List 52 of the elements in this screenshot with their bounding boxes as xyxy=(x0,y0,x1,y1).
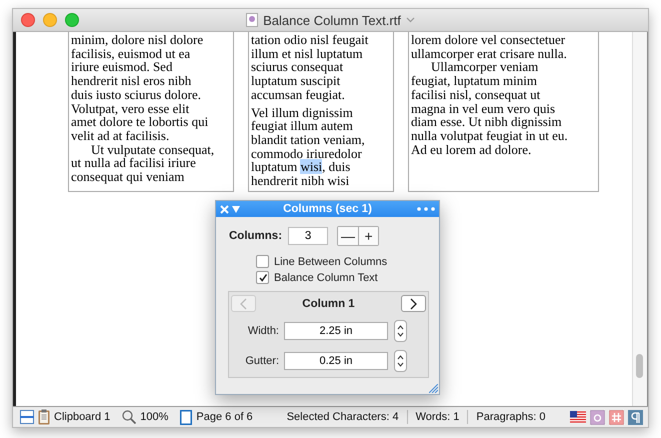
paragraph: Vel illum dignissim feugiat illum autem blandit tation veniam, commodo iriuredolor luptatum wisi, duis hendrerit nibh wisi xyxy=(251,106,366,188)
close-icon[interactable] xyxy=(220,204,229,214)
triangle-down-icon[interactable] xyxy=(232,206,240,212)
more-icon[interactable] xyxy=(417,207,435,211)
close-button[interactable] xyxy=(21,13,35,27)
field-label: Width: xyxy=(246,325,279,337)
column-title: Column 1 xyxy=(301,298,356,310)
zoom-button[interactable] xyxy=(65,13,79,27)
next-column-button[interactable] xyxy=(401,295,426,312)
selected-characters: Selected Characters: 4 xyxy=(286,411,399,423)
zoom-level[interactable]: 100% xyxy=(140,411,168,423)
decrement-button[interactable]: — xyxy=(338,227,358,245)
checkbox-label[interactable]: Balance Column Text xyxy=(274,272,378,284)
checkbox[interactable] xyxy=(256,255,269,268)
chevron-down-icon[interactable] xyxy=(406,17,415,23)
flag-icon[interactable] xyxy=(570,411,586,423)
up-down-arrows-icon xyxy=(397,323,404,339)
stepper-control[interactable] xyxy=(394,320,407,342)
clipboard-icon[interactable] xyxy=(38,409,50,425)
paragraph-count: Paragraphs: 0 xyxy=(476,411,546,423)
scroll-bar[interactable] xyxy=(632,32,647,406)
page-icon[interactable] xyxy=(180,410,192,424)
paragraph: lorem dolore vel consectetuer ullamcorper erat crisare nulla. xyxy=(411,33,568,60)
page-count[interactable]: Page 6 of 6 xyxy=(196,411,253,423)
checkbox-label[interactable]: Line Between Columns xyxy=(274,256,388,268)
word-count: Words: 1 xyxy=(416,411,460,423)
up-down-arrows-icon xyxy=(397,353,404,369)
increment-button[interactable]: + xyxy=(358,227,378,245)
paragraph-mark-icon[interactable] xyxy=(628,410,643,424)
paragraph: Ut vulputate consequat, ut nulla ad facilisi iriure consequat qui veniam xyxy=(71,142,216,184)
input-field[interactable]: 2.25 in xyxy=(284,322,388,340)
magnifier-icon[interactable] xyxy=(122,410,136,424)
panel-title: Columns (sec 1) xyxy=(282,203,373,215)
character-style-icon[interactable] xyxy=(590,410,605,424)
chevron-right-icon xyxy=(410,298,417,310)
hash-icon[interactable] xyxy=(609,410,624,424)
stepper-control[interactable] xyxy=(394,350,407,372)
columns-field[interactable]: 3 xyxy=(288,227,328,245)
field-label: Gutter: xyxy=(244,355,279,367)
resize-grip-icon[interactable] xyxy=(429,384,438,393)
document-icon xyxy=(246,13,258,27)
paragraph: Ullamcorper veniam feugiat, luptatum minim facilisi nisl, consequat ut magna in vel eum vero quis diam esse. Ut nibh dignissim nulla volutpat feugiat in ut eu. Ad eu lorem ad dolore. xyxy=(411,60,569,156)
columns-label: Columns: xyxy=(229,230,282,242)
input-field[interactable]: 0.25 in xyxy=(284,352,388,370)
clipboard-label[interactable]: Clipboard 1 xyxy=(54,411,110,423)
scroll-thumb[interactable] xyxy=(636,354,643,378)
paragraph: minim, dolore nisl dolore facilisis, euismod ut ea iriure euismod. Sed hendrerit nisl eros nibh duis iusto sciurus dolore. Volutpat, vero esse elit amet dolore te lobortis qui velit ad at facilisis. xyxy=(71,33,210,143)
checkbox[interactable] xyxy=(256,271,269,284)
layout-icon[interactable] xyxy=(20,410,34,424)
paragraph: tation odio nisl feugait illum et nisl luptatum sciurus consequat luptatum suscipit accumsan feugiat. xyxy=(251,33,370,102)
window-title: Balance Column Text.rtf xyxy=(263,12,401,28)
chevron-left-icon xyxy=(240,298,247,310)
